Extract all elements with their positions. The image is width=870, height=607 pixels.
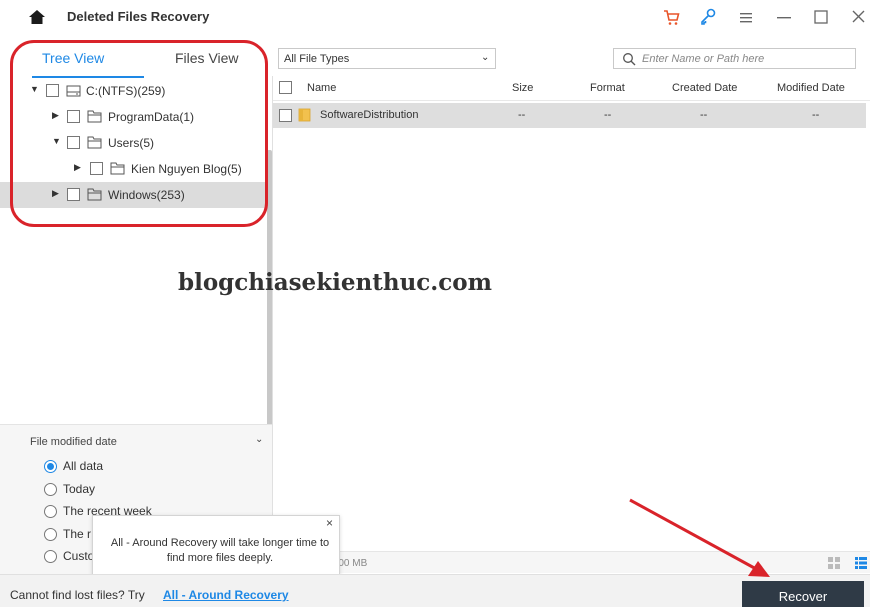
minimize-icon[interactable] [773,6,795,28]
tree-item-label: Users(5) [108,136,155,150]
column-format[interactable]: Format [590,82,625,94]
file-type-value: All File Types [284,53,350,65]
watermark: blogchiasekienthuc.com [178,269,492,296]
tree-checkbox[interactable] [67,136,80,149]
status-strip: 1.00 MB [272,551,870,573]
folder-outline-icon [87,110,102,123]
radio-label: All data [63,459,104,473]
app-window: Deleted Files Recovery Tree View Files V… [0,0,870,607]
radio-button[interactable] [44,505,57,518]
chevron-down-icon[interactable]: ▼ [52,136,62,148]
list-view-icon[interactable] [855,557,867,569]
column-size[interactable]: Size [512,82,533,94]
app-title: Deleted Files Recovery [67,9,210,24]
tooltip-close-icon[interactable]: × [326,516,333,530]
chevron-right-icon[interactable]: ▶ [74,162,84,174]
chevron-down-icon: ⌄ [481,52,490,63]
maximize-icon[interactable] [810,6,832,28]
folder-outline-icon [87,136,102,149]
table-header: Name Size Format Created Date Modified D… [272,76,870,101]
bottom-bar: Cannot find lost files? Try All - Around… [0,574,870,607]
tree-item-label: Kien Nguyen Blog(5) [131,162,242,176]
tree-checkbox[interactable] [90,162,103,175]
tooltip-text: All - Around Recovery will take longer t… [110,537,330,564]
radio-button[interactable] [44,550,57,563]
home-icon[interactable] [28,9,46,25]
bottom-prompt: Cannot find lost files? Try [10,588,145,602]
radio-button[interactable] [44,528,57,541]
tab-files-view[interactable]: Files View [175,50,239,66]
radio-button[interactable] [44,483,57,496]
tree-item-drive[interactable]: ▼ C:(NTFS)(259) [0,78,268,104]
grid-view-icon[interactable] [828,557,840,569]
tree-checkbox[interactable] [46,84,59,97]
close-icon[interactable] [848,6,870,28]
panel-divider [272,76,273,566]
folder-outline-icon [87,188,102,201]
filter-title: File modified date [30,436,117,448]
row-name: SoftwareDistribution [320,109,419,121]
tab-tree-view[interactable]: Tree View [42,50,104,66]
radio-label: The r [63,527,92,541]
row-checkbox[interactable] [279,109,292,122]
tree-item-windows[interactable]: ▶ Windows(253) [0,182,268,208]
chevron-down-icon[interactable]: ⌄ [255,434,263,445]
file-type-select[interactable]: All File Types ⌄ [278,48,496,69]
tree-checkbox[interactable] [67,110,80,123]
drive-icon [66,85,81,97]
tree-item-label: Windows(253) [108,188,185,202]
cart-icon[interactable] [660,6,682,28]
all-around-recovery-link[interactable]: All - Around Recovery [163,588,289,602]
key-icon[interactable] [697,6,719,28]
chevron-right-icon[interactable]: ▶ [52,188,62,200]
radio-button[interactable] [44,460,57,473]
tree-item-label: ProgramData(1) [108,110,195,124]
tree-item-kien-nguyen-blog[interactable]: ▶ Kien Nguyen Blog(5) [0,156,268,182]
tree-item-users[interactable]: ▼ Users(5) [0,130,268,156]
tree-item-programdata[interactable]: ▶ ProgramData(1) [0,104,268,130]
tree-item-label: C:(NTFS)(259) [86,84,166,98]
column-created-date[interactable]: Created Date [672,82,737,94]
radio-label: Today [63,482,96,496]
recovery-tooltip: × All - Around Recovery will take longer… [92,515,340,591]
recover-button[interactable]: Recover [742,581,864,607]
column-name[interactable]: Name [307,82,336,94]
row-modified: -- [812,109,820,121]
radio-label: Custo [63,549,95,563]
chevron-right-icon[interactable]: ▶ [52,110,62,122]
title-bar: Deleted Files Recovery [0,0,870,34]
left-panel: Tree View Files View ▼ C:(NTFS)(259) ▶ P… [0,42,272,455]
menu-icon[interactable] [735,6,757,28]
search-icon [623,53,636,66]
folder-outline-icon [110,162,125,175]
column-modified-date[interactable]: Modified Date [777,82,845,94]
row-size: -- [518,109,526,121]
select-all-checkbox[interactable] [279,81,292,94]
tree-checkbox[interactable] [67,188,80,201]
view-tabs: Tree View Files View [20,50,260,78]
row-format: -- [604,109,612,121]
folder-icon [298,108,311,122]
search-box[interactable] [613,48,856,69]
table-row[interactable]: SoftwareDistribution -- -- -- -- [272,103,866,128]
row-created: -- [700,109,708,121]
chevron-down-icon[interactable]: ▼ [30,84,40,96]
search-input[interactable] [642,51,847,67]
